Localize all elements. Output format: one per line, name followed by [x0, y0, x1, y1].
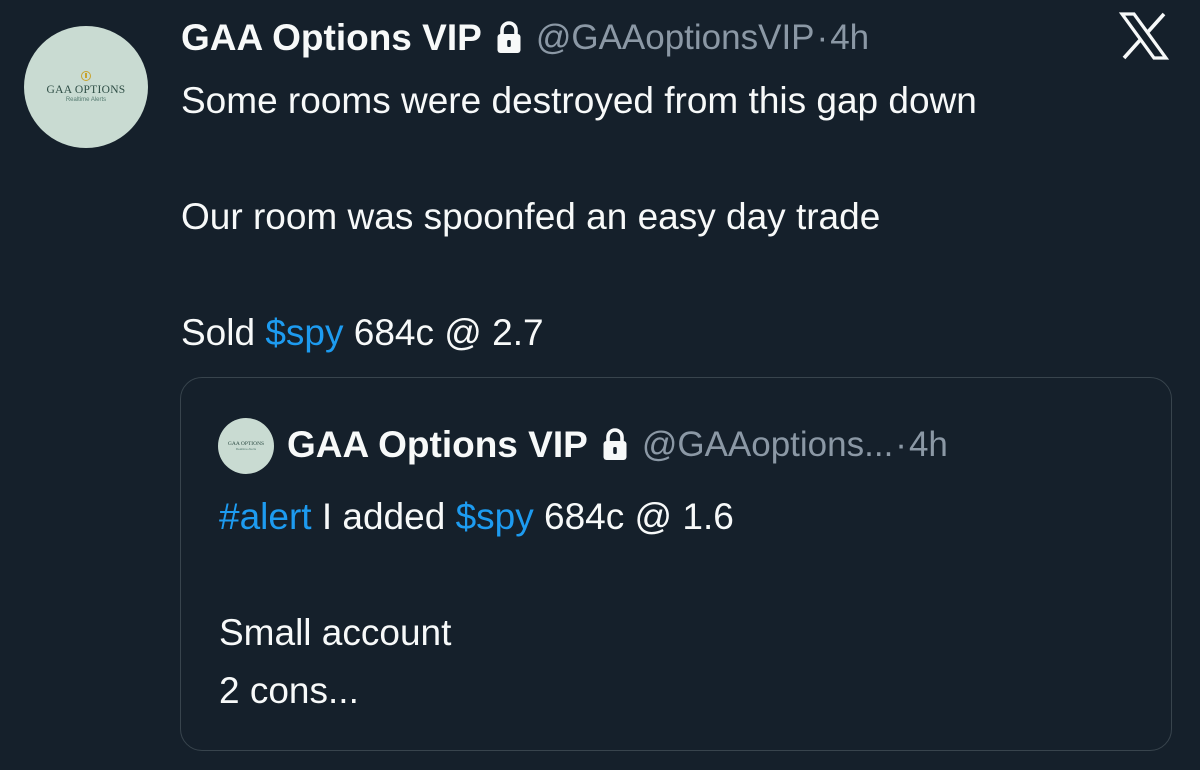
hashtag-link[interactable]: #alert — [219, 496, 312, 537]
quoted-tweet-body: #alert I added $spy 684c @ 1.6 Small acc… — [219, 488, 734, 720]
tweet-text: I added — [311, 496, 456, 537]
quoted-author-avatar[interactable]: GAA OPTIONS Realtime Alerts — [218, 418, 274, 474]
tweet-body: Some rooms were destroyed from this gap … — [181, 72, 977, 362]
avatar-logo-mark-icon — [81, 70, 91, 81]
tweet-header: GAA Options VIP @GAAoptionsVIP · 4h — [181, 12, 869, 64]
avatar-brand-text: GAA OPTIONS — [46, 83, 126, 96]
quoted-author-handle[interactable]: @GAAoptions... — [642, 425, 893, 465]
cashtag-link[interactable]: $spy — [265, 312, 343, 353]
quoted-tweet[interactable]: GAA OPTIONS Realtime Alerts GAA Options … — [180, 377, 1172, 751]
tweet-line: 2 cons... — [219, 670, 359, 711]
author-name[interactable]: GAA Options VIP — [181, 17, 482, 59]
separator-dot: · — [895, 425, 907, 464]
tweet-card: GAA OPTIONS Realtime Alerts GAA Options … — [0, 0, 1200, 770]
avatar-tagline: Realtime Alerts — [235, 447, 257, 451]
quoted-author-name[interactable]: GAA Options VIP — [287, 424, 588, 466]
tweet-line: Small account — [219, 612, 452, 653]
quoted-tweet-header: GAA Options VIP @GAAoptions... · 4h — [287, 420, 948, 470]
separator-dot: · — [816, 18, 829, 57]
author-handle[interactable]: @GAAoptionsVIP — [536, 18, 815, 58]
tweet-text: Sold — [181, 312, 266, 353]
quoted-tweet-timestamp[interactable]: 4h — [909, 425, 948, 465]
tweet-line: #alert I added $spy 684c @ 1.6 — [219, 488, 734, 546]
avatar-tagline: Realtime Alerts — [65, 96, 107, 103]
lock-icon — [496, 21, 522, 55]
lock-icon — [602, 428, 628, 462]
cashtag-link[interactable]: $spy — [456, 496, 534, 537]
tweet-line: Our room was spoonfed an easy day trade — [181, 196, 881, 237]
tweet-line: Some rooms were destroyed from this gap … — [181, 80, 977, 121]
tweet-text: 684c @ 1.6 — [533, 496, 734, 537]
tweet-timestamp[interactable]: 4h — [830, 18, 869, 58]
x-logo-icon[interactable] — [1118, 10, 1170, 62]
tweet-text: 684c @ 2.7 — [343, 312, 544, 353]
tweet-line: Sold $spy 684c @ 2.7 — [181, 304, 977, 362]
author-avatar[interactable]: GAA OPTIONS Realtime Alerts — [24, 26, 148, 148]
